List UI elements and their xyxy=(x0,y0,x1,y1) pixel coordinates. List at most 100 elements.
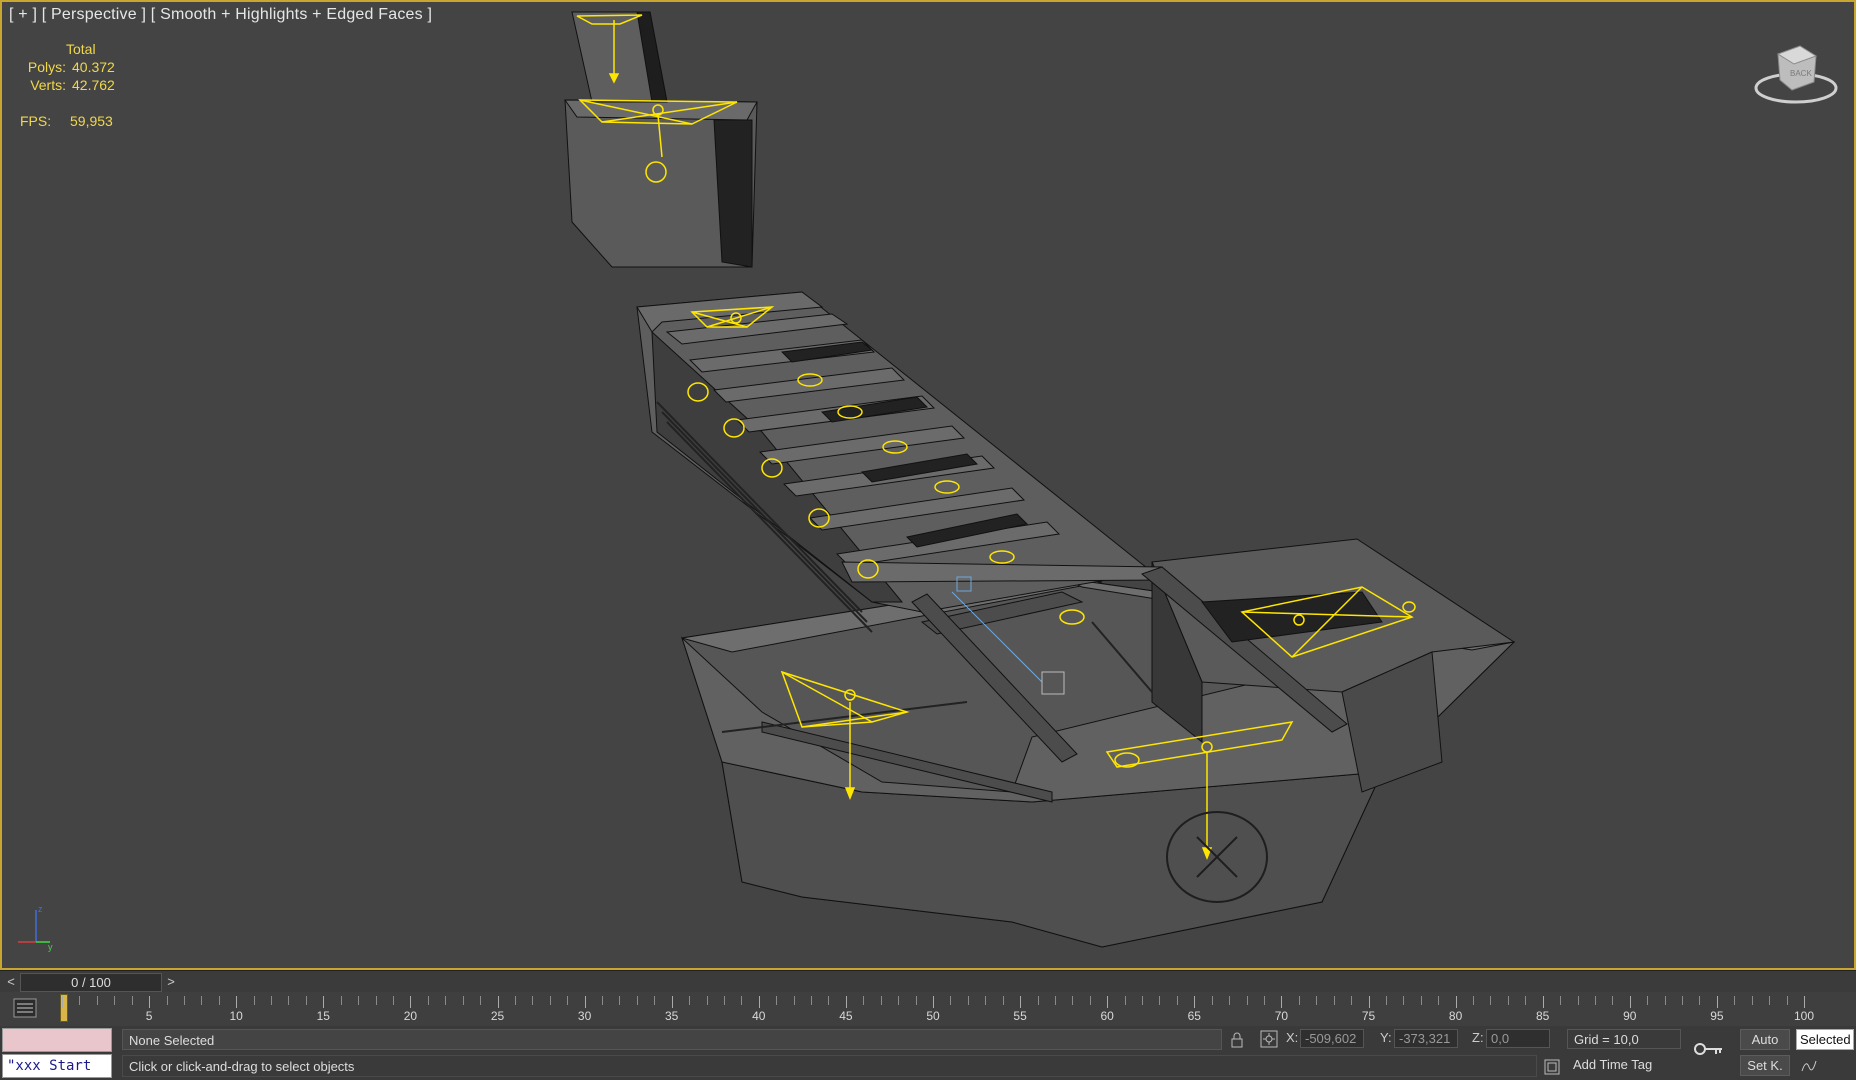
set-key-button[interactable]: Set K. xyxy=(1740,1055,1790,1076)
frame-tick xyxy=(392,996,394,1005)
frame-tick xyxy=(1020,996,1022,1008)
frame-tick xyxy=(1316,996,1318,1005)
key-filters-icon[interactable] xyxy=(1800,1057,1818,1075)
frame-tick xyxy=(1804,996,1805,1008)
frame-tick xyxy=(1159,996,1161,1005)
frame-tick-label: 85 xyxy=(1536,1009,1550,1023)
grid-spacing-display: Grid = 10,0 xyxy=(1567,1029,1681,1049)
frame-ruler[interactable]: 5 10 15 20 25 30 35 40 45 50 55 60 65 70 75 80 85 90 95 100 xyxy=(60,992,1852,1026)
frame-tick-label: 60 xyxy=(1100,1009,1114,1023)
frame-tick xyxy=(1229,996,1231,1005)
frame-tick xyxy=(114,996,116,1005)
next-frame-button[interactable]: > xyxy=(162,973,180,991)
frame-tick xyxy=(671,996,673,1008)
frame-tick xyxy=(898,996,900,1005)
frame-tick xyxy=(1473,996,1475,1005)
key-filter-dropdown[interactable]: Selected xyxy=(1796,1029,1854,1050)
frame-tick-label: 95 xyxy=(1710,1009,1724,1023)
frame-tick xyxy=(950,996,952,1005)
maxscript-listener[interactable]: "xxx Start xyxy=(2,1028,112,1078)
frame-tick-label: 70 xyxy=(1274,1009,1289,1023)
z-coord-field[interactable]: 0,0 xyxy=(1486,1029,1550,1048)
frame-tick xyxy=(845,996,847,1008)
frame-tick xyxy=(532,996,534,1005)
frame-tick xyxy=(340,996,342,1005)
frame-tick-label: 10 xyxy=(229,1009,243,1023)
frame-tick xyxy=(636,996,638,1005)
frame-tick xyxy=(619,996,621,1005)
y-coord-label: Y: xyxy=(1380,1030,1392,1045)
frame-tick xyxy=(584,996,586,1008)
set-keys-icon[interactable] xyxy=(1692,1038,1726,1060)
frame-tick xyxy=(1594,996,1596,1005)
frame-tick xyxy=(427,996,429,1005)
add-time-tag-button[interactable]: Add Time Tag xyxy=(1573,1057,1652,1072)
frame-tick xyxy=(933,996,934,1008)
absolute-mode-transform-icon[interactable] xyxy=(1260,1030,1278,1048)
frame-tick xyxy=(1298,996,1300,1005)
axis-tripod-icon: z y xyxy=(18,904,53,952)
frame-tick xyxy=(1716,996,1718,1008)
frame-tick xyxy=(1682,996,1684,1005)
frame-tick xyxy=(480,996,482,1005)
time-slider[interactable]: 0 / 100 xyxy=(20,973,162,992)
lock-selection-icon[interactable] xyxy=(1228,1031,1246,1049)
frame-tick-label: 80 xyxy=(1448,1009,1463,1023)
frame-tick xyxy=(1333,996,1335,1005)
frame-tick xyxy=(985,996,987,1005)
frame-tick xyxy=(654,996,656,1005)
frame-tick xyxy=(149,996,151,1008)
frame-tick xyxy=(462,996,464,1005)
x-coord-field[interactable]: -509,602 xyxy=(1300,1029,1364,1048)
frame-tick xyxy=(1420,996,1422,1005)
frame-tick xyxy=(1089,996,1091,1005)
frame-tick xyxy=(1525,996,1527,1005)
frame-tick xyxy=(1490,996,1492,1005)
x-coord-label: X: xyxy=(1286,1030,1299,1045)
svg-text:y: y xyxy=(48,942,53,952)
y-coord-field[interactable]: -373,321 xyxy=(1394,1029,1458,1048)
frame-tick-label: 50 xyxy=(926,1009,940,1023)
frame-tick xyxy=(1699,996,1701,1005)
frame-tick xyxy=(323,996,325,1008)
frame-tick xyxy=(1769,996,1771,1005)
frame-tick xyxy=(863,996,865,1005)
frame-tick xyxy=(1107,996,1109,1008)
trackbar[interactable]: 5 10 15 20 25 30 35 40 45 50 55 60 65 70 75 80 85 90 95 100 xyxy=(0,992,1856,1026)
frame-tick xyxy=(358,996,360,1005)
time-tag-icon[interactable] xyxy=(1543,1058,1561,1076)
frame-tick xyxy=(1002,996,1004,1005)
viewcube[interactable]: BACK xyxy=(1748,40,1844,110)
frame-tick xyxy=(1054,996,1056,1005)
frame-tick xyxy=(201,996,203,1005)
frame-tick xyxy=(967,996,969,1005)
svg-text:z: z xyxy=(38,904,43,914)
curve-editor-icon[interactable] xyxy=(12,996,38,1020)
time-slider-bar: < 0 / 100 > xyxy=(0,970,1856,993)
frame-tick xyxy=(828,996,830,1005)
frame-tick xyxy=(1211,996,1213,1005)
auto-key-button[interactable]: Auto xyxy=(1740,1029,1790,1050)
frame-tick xyxy=(79,996,81,1005)
viewcube-face-label: BACK xyxy=(1790,69,1812,78)
maxscript-input[interactable]: "xxx Start xyxy=(2,1054,112,1078)
perspective-viewport[interactable]: [ + ] [ Perspective ] [ Smooth + Highlig… xyxy=(0,0,1856,970)
frame-tick xyxy=(410,996,412,1008)
status-bar: "xxx Start None Selected Click or click-… xyxy=(0,1026,1856,1080)
frame-tick xyxy=(271,996,273,1005)
frame-tick xyxy=(1647,996,1649,1005)
frame-tick xyxy=(62,996,63,1008)
frame-tick-label: 25 xyxy=(490,1009,505,1023)
maxscript-output[interactable] xyxy=(2,1028,112,1052)
frame-tick xyxy=(1368,996,1370,1008)
frame-tick xyxy=(1664,996,1666,1005)
ship-model-render[interactable] xyxy=(2,2,1854,968)
frame-tick xyxy=(1734,996,1736,1005)
frame-tick xyxy=(131,996,133,1005)
frame-tick xyxy=(1037,996,1039,1005)
frame-tick xyxy=(1281,996,1283,1008)
frame-tick-label: 100 xyxy=(1793,1009,1815,1023)
prev-frame-button[interactable]: < xyxy=(2,973,20,991)
frame-tick-label: 40 xyxy=(752,1009,766,1023)
prompt-line: Click or click-and-drag to select object… xyxy=(122,1055,1537,1077)
